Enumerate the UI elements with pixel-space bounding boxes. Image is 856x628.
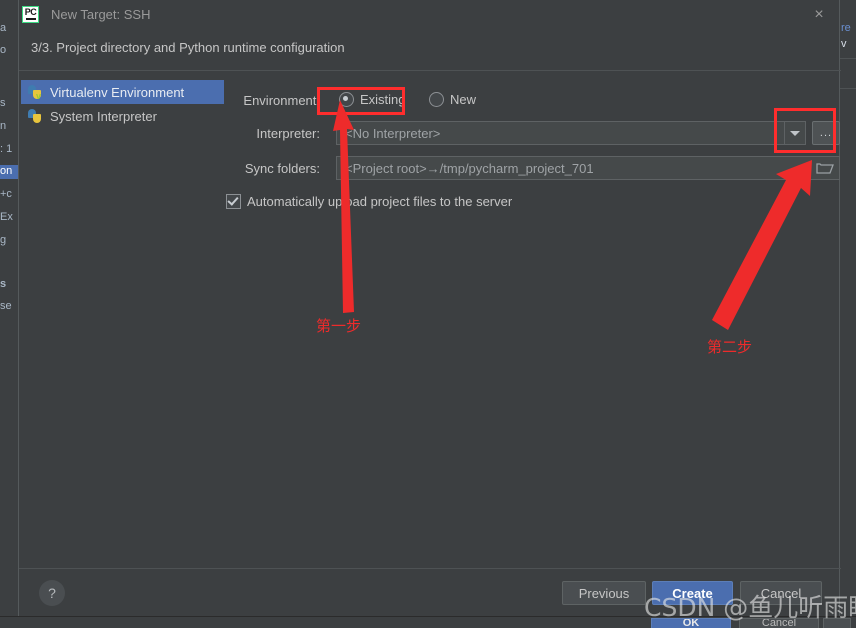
sidebar-item-virtualenv-environment[interactable]: v Virtualenv Environment [21, 80, 224, 104]
interpreter-value: <No Interpreter> [345, 125, 441, 141]
radio-new-indicator [429, 92, 444, 107]
cancel-button[interactable]: Cancel [740, 581, 822, 605]
bg-left-fragment: s [0, 278, 7, 290]
environment-type-list: v Virtualenv Environment System Interpre… [21, 80, 224, 570]
bg-left-fragment: g [0, 234, 7, 246]
pycharm-logo-icon: PC [22, 6, 39, 23]
background-right-strip [840, 0, 856, 628]
bg-right-divider [840, 58, 856, 59]
auto-upload-label: Automatically upload project files to th… [247, 194, 513, 209]
environment-radio-new[interactable]: New [429, 92, 476, 107]
pycharm-logo-bar [25, 18, 36, 20]
interpreter-label: Interpreter: [256, 126, 320, 141]
auto-upload-checkbox[interactable]: Automatically upload project files to th… [226, 194, 512, 209]
python-venv-icon: v [27, 84, 43, 101]
bg-left-fragment: se [0, 300, 12, 312]
radio-existing-indicator [339, 92, 354, 107]
background-left-strip: a o s n : 1 on +c Ex g s se [0, 0, 18, 628]
background-ok-button[interactable]: OK [651, 618, 731, 628]
header-divider [19, 70, 841, 71]
bg-left-fragment: a [0, 22, 7, 34]
bg-right-fragment: re [841, 22, 851, 34]
pycharm-logo-text: PC [24, 7, 37, 17]
folder-icon[interactable] [816, 161, 834, 175]
interpreter-combobox[interactable]: <No Interpreter> [336, 121, 785, 145]
sync-folders-value: <Project root>→/tmp/pycharm_project_701 [345, 160, 594, 176]
help-button[interactable]: ? [39, 580, 65, 606]
sync-folders-field[interactable]: <Project root>→/tmp/pycharm_project_701 [336, 156, 840, 180]
create-button[interactable]: Create [652, 581, 733, 605]
checkbox-indicator [226, 194, 241, 209]
bg-left-fragment: s [0, 97, 6, 109]
bg-right-divider [840, 88, 856, 89]
wizard-step-description: 3/3. Project directory and Python runtim… [31, 40, 345, 55]
dialog-title: New Target: SSH [51, 7, 151, 22]
bg-left-fragment: o [0, 44, 7, 56]
bg-left-fragment: n [0, 120, 7, 132]
sidebar-item-system-interpreter[interactable]: System Interpreter [21, 104, 224, 128]
dialog-titlebar: PC New Target: SSH × [19, 0, 841, 30]
bg-right-fragment: v [841, 38, 847, 50]
environment-label: Environment: [243, 93, 320, 108]
screenshot-root: a o s n : 1 on +c Ex g s se re v OK Canc… [0, 0, 856, 628]
chevron-down-icon [790, 130, 800, 136]
bg-left-fragment: : 1 [0, 143, 13, 155]
interpreter-browse-button[interactable]: ... [812, 121, 840, 145]
close-icon[interactable]: × [809, 5, 829, 25]
python-icon [27, 108, 43, 124]
sidebar-item-label: System Interpreter [50, 108, 157, 124]
radio-existing-label: Existing [360, 92, 406, 107]
background-cancel-button[interactable]: Cancel [739, 618, 819, 628]
sidebar-item-label: Virtualenv Environment [50, 84, 185, 100]
sync-folders-label: Sync folders: [244, 161, 320, 176]
bg-left-fragment: Ex [0, 211, 13, 223]
environment-radio-existing[interactable]: Existing [339, 92, 406, 107]
bg-left-fragment: +c [0, 188, 12, 200]
previous-button[interactable]: Previous [562, 581, 646, 605]
interpreter-dropdown-button[interactable] [784, 121, 806, 145]
radio-new-label: New [450, 92, 477, 107]
background-extra-button[interactable] [823, 618, 851, 628]
footer-divider [19, 568, 841, 569]
bg-left-fragment-selected: on [0, 165, 18, 179]
new-target-ssh-dialog: PC New Target: SSH × 3/3. Project direct… [18, 0, 841, 616]
